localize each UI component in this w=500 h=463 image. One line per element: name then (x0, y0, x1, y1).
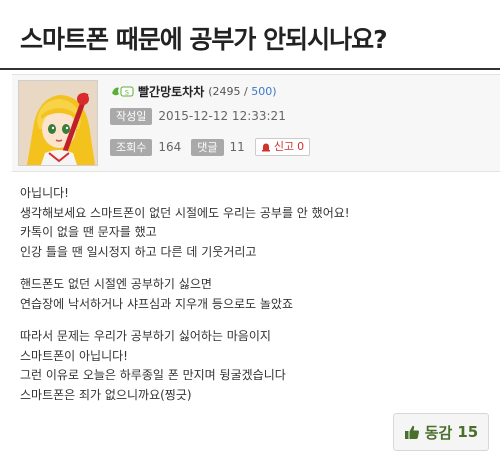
points-max: 500) (251, 84, 277, 98)
title-divider (0, 68, 500, 70)
body-line: 그런 이유로 오늘은 하루종일 폰 만지며 뒹굴겠습니다 (20, 368, 286, 382)
views-label: 조회수 (110, 138, 153, 156)
report-button[interactable]: 신고 0 (254, 138, 311, 156)
post-date: 2015-12-12 12:33:21 (158, 109, 286, 123)
date-label: 작성일 (110, 107, 153, 125)
siren-icon (261, 143, 270, 152)
level-badge-icon: S (112, 86, 134, 96)
like-count: 15 (457, 423, 479, 441)
svg-text:S: S (125, 88, 129, 96)
author-nickname[interactable]: 빨간망토차차 (138, 83, 204, 100)
post-body: 아닙니다! 생각해보세요 스마트폰이 없던 시절에도 우리는 공부를 안 했어요… (20, 184, 490, 418)
like-button[interactable]: 동감 15 (393, 413, 489, 451)
report-count: 0 (297, 140, 305, 153)
author-row: S 빨간망토차차 (2495 / 500) (110, 83, 277, 99)
date-row: 작성일 2015-12-12 12:33:21 (110, 107, 296, 125)
report-label: 신고 (273, 140, 295, 153)
avatar[interactable] (18, 80, 98, 166)
points-value: (2495 (208, 84, 241, 98)
body-line: 생각해보세요 스마트폰이 없던 시절에도 우리는 공부를 안 했어요! (20, 205, 350, 220)
comments-label: 댓글 (191, 138, 224, 156)
body-line: 인강 틀을 땐 일시정지 하고 다른 데 기웃거리고 (20, 244, 257, 259)
points-separator: / (244, 84, 248, 98)
body-line: 카톡이 없을 땐 문자를 했고 (20, 225, 157, 239)
body-line: 핸드폰도 없던 시절엔 공부하기 싫으면 (20, 277, 212, 291)
paragraph: 따라서 문제는 우리가 공부하기 싫어하는 마음이지 스마트폰이 아닙니다! 그… (20, 327, 490, 405)
avatar-image (19, 81, 97, 165)
post-title: 스마트폰 때문에 공부가 안되시나요? (20, 25, 388, 54)
body-line: 연습장에 낙서하거나 샤프심과 지우개 등으로도 놀았죠 (20, 296, 293, 311)
body-line: 스마트폰은 죄가 없으니까요(찡긋) (20, 387, 192, 402)
body-line: 아닙니다! (20, 186, 69, 200)
author-points: (2495 / 500) (208, 85, 276, 98)
paragraph: 아닙니다! 생각해보세요 스마트폰이 없던 시절에도 우리는 공부를 안 했어요… (20, 184, 490, 262)
paragraph: 핸드폰도 없던 시절엔 공부하기 싫으면 연습장에 낙서하거나 샤프심과 지우개… (20, 275, 490, 314)
stats-row: 조회수 164 댓글 11 신고 0 (110, 137, 311, 157)
comments-count: 11 (229, 140, 245, 154)
thumbs-up-icon (404, 425, 419, 439)
body-line: 스마트폰이 아닙니다! (20, 348, 128, 363)
views-count: 164 (158, 140, 182, 154)
like-label: 동감 (424, 423, 453, 442)
body-line: 따라서 문제는 우리가 공부하기 싫어하는 마음이지 (20, 329, 271, 343)
